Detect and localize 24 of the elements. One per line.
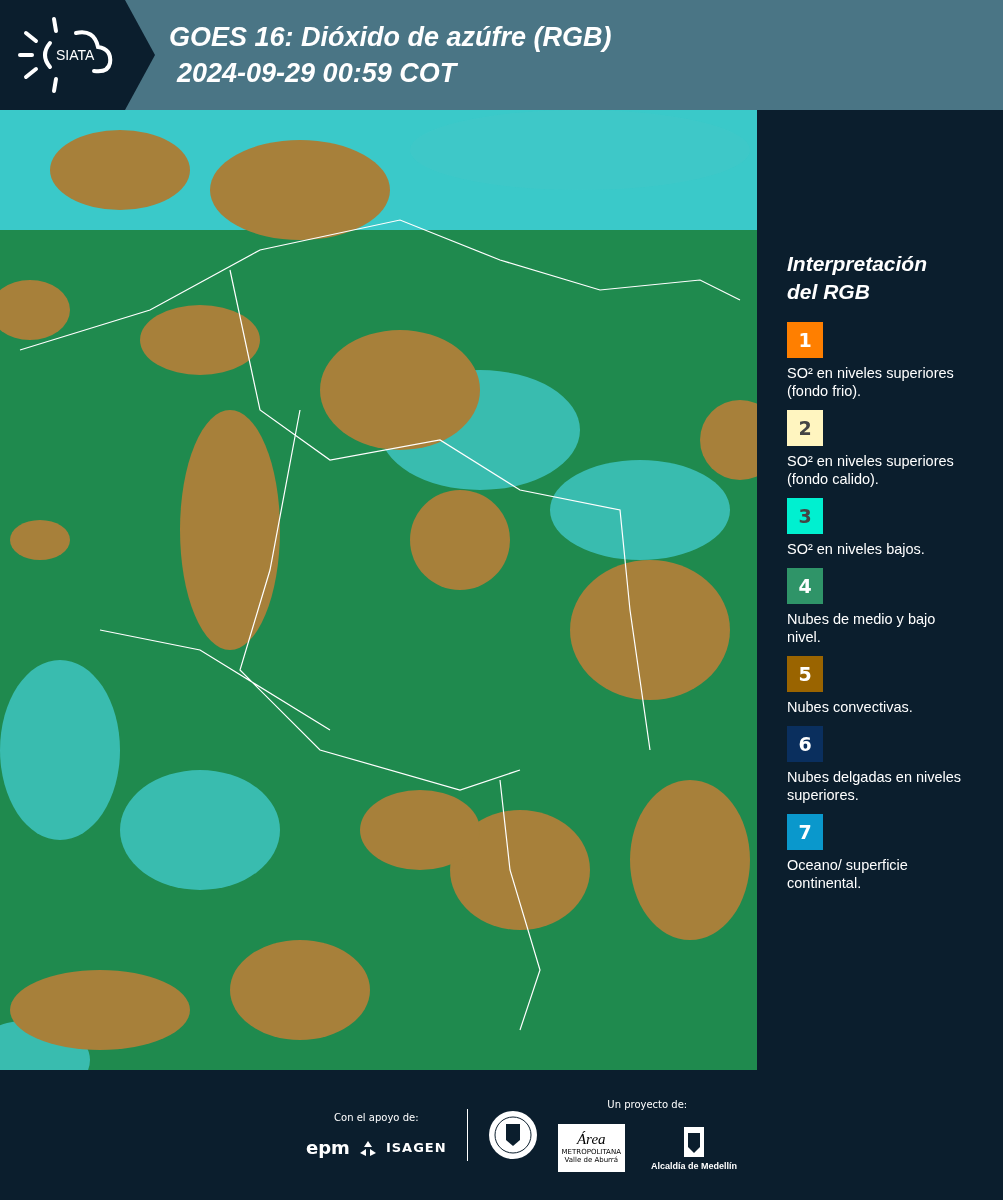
legend-label: Nubes de medio y bajo nivel. bbox=[787, 610, 937, 646]
legend-title: Interpretación del RGB bbox=[787, 251, 929, 305]
alcaldia-logo-text: Alcaldía de Medellín bbox=[650, 1160, 737, 1171]
legend-swatch: 5 bbox=[787, 656, 823, 692]
legend-label: Oceano/ superficie continental. bbox=[787, 856, 909, 892]
coat-of-arms-icon bbox=[681, 1124, 706, 1159]
page-title: GOES 16: Dióxido de azúfre (RGB) 2024-09-29 00:59 COT bbox=[169, 21, 612, 90]
project-label: Un proyecto de: bbox=[607, 1098, 688, 1110]
support-label: Con el apoyo de: bbox=[334, 1112, 419, 1123]
legend-swatch: 2 bbox=[787, 410, 823, 446]
isagen-logo: ISAGEN bbox=[385, 1140, 447, 1155]
legend-label: SO² en niveles bajos. bbox=[787, 540, 926, 558]
seal-icon bbox=[487, 1110, 538, 1160]
legend-swatch: 7 bbox=[787, 814, 823, 850]
legend-label: SO² en niveles superiores (fondo frio). bbox=[787, 364, 955, 400]
legend-swatch: 1 bbox=[787, 322, 823, 358]
legend-label: Nubes delgadas en niveles superiores. bbox=[787, 768, 963, 804]
legend-label: Nubes convectivas. bbox=[787, 698, 914, 716]
legend-label: SO² en niveles superiores (fondo calido). bbox=[787, 452, 955, 488]
legend-swatch: 4 bbox=[787, 568, 823, 604]
legend-swatch: 3 bbox=[787, 498, 823, 534]
epm-logo: epm bbox=[306, 1137, 350, 1158]
logo-text: SIATA bbox=[56, 47, 95, 63]
legend-swatch: 6 bbox=[787, 726, 823, 762]
